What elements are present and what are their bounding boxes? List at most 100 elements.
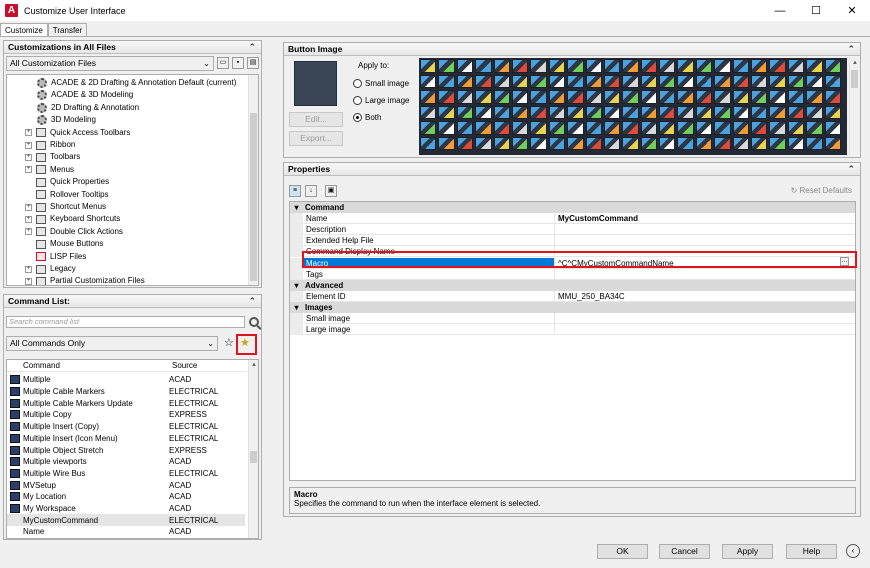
collapse-panel-icon[interactable]: ‹ [846, 544, 860, 558]
gallery-image-icon[interactable] [806, 90, 823, 104]
gallery-image-icon[interactable] [640, 121, 658, 135]
gallery-image-icon[interactable] [824, 59, 841, 73]
cancel-button[interactable]: Cancel [659, 544, 710, 559]
gallery-image-icon[interactable] [622, 105, 639, 119]
gallery-image-icon[interactable] [640, 136, 658, 150]
tree-item[interactable]: + Ribbon [25, 139, 75, 151]
command-list-scrollbar[interactable]: ▲ [248, 360, 258, 538]
tab-transfer[interactable]: Transfer [47, 23, 88, 37]
gallery-image-icon[interactable] [603, 90, 621, 104]
command-filter-select[interactable]: All Commands Only ⌄ [6, 336, 218, 351]
gallery-image-icon[interactable] [456, 74, 474, 88]
gallery-image-icon[interactable] [695, 59, 713, 73]
gallery-image-icon[interactable] [548, 105, 566, 119]
tree-item[interactable]: + Double Click Actions [25, 226, 123, 238]
gallery-image-icon[interactable] [751, 105, 768, 119]
search-icon[interactable] [249, 317, 259, 327]
gallery-image-icon[interactable] [420, 121, 437, 135]
gallery-image-icon[interactable] [787, 105, 805, 119]
gallery-image-icon[interactable] [438, 90, 455, 104]
gallery-image-icon[interactable] [530, 136, 547, 150]
gallery-image-icon[interactable] [677, 105, 694, 119]
property-row[interactable]: Small image [290, 313, 855, 324]
command-row[interactable]: Name ACAD [7, 526, 245, 538]
tree-item[interactable]: + Toolbars [25, 151, 80, 163]
gallery-image-icon[interactable] [530, 105, 547, 119]
gallery-image-icon[interactable] [659, 74, 676, 88]
macro-edit-ellipsis-button[interactable]: … [840, 257, 849, 266]
gallery-image-icon[interactable] [659, 121, 676, 135]
gallery-image-icon[interactable] [640, 74, 658, 88]
gallery-image-icon[interactable] [824, 90, 841, 104]
command-row[interactable]: Multiple Insert (Icon Menu) ELECTRICAL [7, 433, 245, 445]
tree-item[interactable]: 3D Modeling [37, 114, 96, 126]
gallery-image-icon[interactable] [585, 136, 602, 150]
expand-icon[interactable]: + [25, 215, 32, 223]
gallery-image-icon[interactable] [714, 121, 731, 135]
property-category[interactable]: ▾ Advanced [290, 279, 855, 291]
gallery-image-icon[interactable] [622, 90, 639, 104]
gallery-image-icon[interactable] [677, 136, 694, 150]
gallery-image-icon[interactable] [769, 136, 786, 150]
gallery-image-icon[interactable] [475, 90, 492, 104]
minimize-button[interactable]: — [762, 0, 798, 21]
gallery-image-icon[interactable] [769, 121, 786, 135]
gallery-image-icon[interactable] [714, 105, 731, 119]
gallery-image-icon[interactable] [438, 74, 455, 88]
property-row[interactable]: Extended Help File [290, 235, 855, 247]
gallery-image-icon[interactable] [420, 59, 437, 73]
tree-item[interactable]: + Menus [25, 164, 74, 176]
gallery-image-icon[interactable] [567, 136, 584, 150]
tree-scroll-thumb[interactable] [250, 113, 257, 281]
gallery-image-icon[interactable] [456, 121, 474, 135]
tree-item[interactable]: ACADE & 2D Drafting & Annotation Default… [37, 77, 236, 89]
gallery-image-icon[interactable] [438, 136, 455, 150]
expand-icon[interactable]: + [25, 228, 32, 236]
gallery-image-icon[interactable] [456, 105, 474, 119]
ok-button[interactable]: OK [597, 544, 648, 559]
gallery-image-icon[interactable] [787, 90, 805, 104]
gallery-image-icon[interactable] [420, 90, 437, 104]
expand-icon[interactable]: + [25, 153, 32, 161]
gallery-image-icon[interactable] [695, 136, 713, 150]
gallery-image-icon[interactable] [420, 136, 437, 150]
gallery-image-icon[interactable] [659, 90, 676, 104]
gallery-image-icon[interactable] [511, 136, 529, 150]
scroll-up-icon[interactable]: ▲ [850, 58, 860, 68]
expand-icon[interactable]: + [25, 129, 32, 137]
gallery-image-icon[interactable] [511, 105, 529, 119]
command-row[interactable]: Multiple ACAD [7, 374, 245, 386]
gallery-scroll-thumb[interactable] [851, 70, 858, 88]
gallery-image-icon[interactable] [640, 105, 658, 119]
edit-button[interactable]: Edit... [289, 112, 343, 127]
command-row[interactable]: MVSetup ACAD [7, 479, 245, 491]
tree-item[interactable]: Quick Properties [25, 176, 109, 188]
gallery-image-icon[interactable] [751, 74, 768, 88]
gallery-image-icon[interactable] [475, 121, 492, 135]
collapse-icon[interactable]: ⌃ [248, 41, 256, 53]
gallery-image-icon[interactable] [622, 59, 639, 73]
tree-item[interactable]: Mouse Buttons [25, 238, 103, 250]
gallery-image-icon[interactable] [824, 105, 841, 119]
gallery-image-icon[interactable] [769, 90, 786, 104]
column-command[interactable]: Command [7, 360, 172, 371]
property-value[interactable] [555, 224, 855, 236]
gallery-image-icon[interactable] [714, 136, 731, 150]
gallery-image-icon[interactable] [640, 59, 658, 73]
gallery-image-icon[interactable] [585, 59, 602, 73]
gallery-image-icon[interactable] [603, 59, 621, 73]
gallery-image-icon[interactable] [511, 90, 529, 104]
gallery-image-icon[interactable] [714, 90, 731, 104]
gallery-image-icon[interactable] [567, 59, 584, 73]
gallery-image-icon[interactable] [530, 90, 547, 104]
gallery-image-icon[interactable] [769, 74, 786, 88]
tree-item[interactable]: LISP Files [25, 251, 86, 263]
property-value[interactable]: MyCustomCommand [555, 213, 855, 225]
tree-item[interactable]: ACADE & 3D Modeling [37, 89, 133, 101]
gallery-image-icon[interactable] [659, 136, 676, 150]
gallery-image-icon[interactable] [438, 105, 455, 119]
command-search-input[interactable]: Search command list [6, 316, 245, 328]
gallery-image-icon[interactable] [824, 74, 841, 88]
gallery-image-icon[interactable] [677, 74, 694, 88]
customization-files-select[interactable]: All Customization Files ⌄ [6, 56, 214, 71]
